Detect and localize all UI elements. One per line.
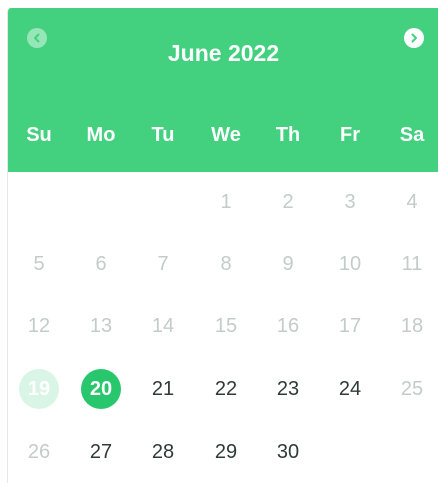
day-cell: 2: [282, 190, 294, 213]
weekday-label: Th: [275, 124, 301, 146]
date-picker: June 2022 Su Mo Tu We Th Fr Sa 1 2 3 4 5…: [7, 8, 438, 483]
day-cell: 1: [220, 190, 232, 213]
calendar-header: June 2022 Su Mo Tu We Th Fr Sa: [8, 8, 438, 172]
day-cell: 18: [400, 314, 424, 337]
day-cell: 4: [406, 190, 418, 213]
day-cell: 9: [282, 252, 294, 275]
day-cell: 14: [151, 314, 175, 337]
weekday-label: Fr: [340, 124, 360, 146]
weekday-label: Mo: [86, 124, 116, 146]
day-cell[interactable]: 21: [143, 369, 183, 409]
day-cell[interactable]: 24: [330, 369, 370, 409]
day-cell: 17: [338, 314, 362, 337]
weekday-label: Tu: [151, 124, 175, 146]
day-cell: 8: [220, 252, 232, 275]
weekday-label: We: [211, 124, 241, 146]
weekday-label: Su: [26, 124, 52, 146]
day-cell: 16: [276, 314, 300, 337]
day-cell: 10: [338, 252, 362, 275]
day-cell-selected[interactable]: 20: [81, 369, 121, 409]
day-cell: 13: [89, 314, 113, 337]
day-cell[interactable]: 22: [206, 369, 246, 409]
day-cell[interactable]: 29: [206, 432, 246, 472]
day-cell[interactable]: 28: [143, 432, 183, 472]
day-cell: 12: [27, 314, 51, 337]
day-cell: 7: [157, 252, 169, 275]
chevron-right-icon: [411, 33, 417, 43]
next-month-button[interactable]: [404, 28, 424, 48]
day-cell[interactable]: 27: [81, 432, 121, 472]
month-title: June 2022: [167, 40, 280, 66]
day-grid: 1 2 3 4 5 6 7 8 9 10 11 12 13 14 15 16 1…: [8, 172, 438, 483]
weekday-label: Sa: [399, 124, 425, 146]
day-cell: 11: [401, 252, 423, 275]
day-cell: 19: [19, 369, 59, 409]
day-cell: 26: [27, 440, 51, 463]
day-cell: 6: [95, 252, 107, 275]
day-cell[interactable]: 30: [268, 432, 308, 472]
day-cell: 5: [33, 252, 45, 275]
day-cell: 25: [400, 377, 424, 400]
day-cell: 3: [344, 190, 356, 213]
day-cell[interactable]: 23: [268, 369, 308, 409]
day-cell: 15: [214, 314, 238, 337]
weekday-row: Su Mo Tu We Th Fr Sa: [8, 120, 438, 150]
